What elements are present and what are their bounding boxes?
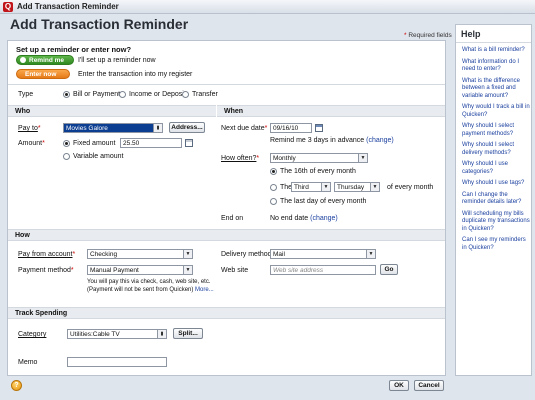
how-often-select[interactable]: Monthly ▼ xyxy=(270,153,368,163)
pay-to-label: Pay to* xyxy=(18,125,41,132)
quicken-app-icon: Q xyxy=(3,1,13,12)
how-section-header: How xyxy=(8,229,445,241)
help-panel: Help What is a bill reminder? What infor… xyxy=(455,24,532,376)
last-day-label: The last day of every month xyxy=(280,198,367,205)
end-on-value: No end date (change) xyxy=(270,215,338,222)
weekday-of-month-radio[interactable] xyxy=(270,184,277,191)
weekday-suffix-label: of every month xyxy=(387,184,434,191)
dialog-heading: Add Transaction Reminder xyxy=(10,16,189,32)
enter-now-button[interactable]: Enter now xyxy=(16,69,70,79)
memo-label: Memo xyxy=(18,359,38,366)
enter-now-desc: Enter the transaction into my register xyxy=(78,71,193,78)
selected-dot-icon xyxy=(20,57,26,63)
fixed-amount-label: Fixed amount xyxy=(73,140,116,147)
dropdown-arrow-icon[interactable]: ▮ xyxy=(157,330,166,338)
category-label: Category xyxy=(18,331,47,338)
day-of-month-label: The 16th of every month xyxy=(280,168,356,175)
website-label: Web site xyxy=(221,267,249,274)
day-of-month-radio[interactable] xyxy=(270,168,277,175)
go-button[interactable]: Go xyxy=(380,264,398,275)
pay-from-label: Pay from account* xyxy=(18,251,76,258)
help-question-icon[interactable]: ? xyxy=(11,380,22,391)
variable-amount-label: Variable amount xyxy=(73,153,124,160)
payment-method-select[interactable]: Manual Payment ▼ xyxy=(87,265,193,275)
remind-advance-text: Remind me 3 days in advance (change) xyxy=(270,137,394,144)
help-link[interactable]: Why should I use categories? xyxy=(462,161,532,176)
end-change-link[interactable]: (change) xyxy=(310,215,338,222)
cancel-button[interactable]: Cancel xyxy=(414,380,444,391)
help-link[interactable]: Can I change the reminder details later? xyxy=(462,192,532,207)
who-section-header: Who xyxy=(8,105,216,117)
variable-amount-radio[interactable] xyxy=(63,153,70,160)
dropdown-arrow-icon[interactable]: ▼ xyxy=(321,183,330,191)
enter-now-label: Enter now xyxy=(25,70,57,78)
help-link[interactable]: Can I see my reminders in Quicken? xyxy=(462,237,532,252)
divider xyxy=(456,42,531,43)
dropdown-arrow-icon[interactable]: ▼ xyxy=(183,266,192,274)
remind-me-desc: I'll set up a reminder now xyxy=(78,57,156,64)
payment-method-label: Payment method* xyxy=(18,267,74,274)
website-input[interactable]: Web site address xyxy=(270,265,376,275)
help-link[interactable]: Why should I use tags? xyxy=(462,180,532,188)
type-transfer-label: Transfer xyxy=(192,91,218,98)
next-due-label: Next due date* xyxy=(221,125,268,132)
help-link[interactable]: Why would I track a bill in Quicken? xyxy=(462,104,532,119)
type-bill-radio[interactable] xyxy=(63,91,70,98)
required-fields-note: * Required fields xyxy=(404,32,452,39)
window-title: Add Transaction Reminder xyxy=(17,2,119,11)
setup-prompt: Set up a reminder or enter now? xyxy=(16,45,132,54)
split-button[interactable]: Split... xyxy=(173,328,203,339)
remind-change-link[interactable]: (change) xyxy=(366,137,394,144)
remind-me-button[interactable]: Remind me xyxy=(16,55,74,65)
window-titlebar: Q Add Transaction Reminder xyxy=(0,0,535,14)
remind-me-label: Remind me xyxy=(29,56,65,64)
last-day-radio[interactable] xyxy=(270,198,277,205)
type-income-radio[interactable] xyxy=(119,91,126,98)
help-link[interactable]: Will scheduling my bills duplicate my tr… xyxy=(462,211,532,234)
calculator-icon[interactable] xyxy=(185,139,193,147)
amount-label: Amount* xyxy=(18,140,45,147)
memo-input[interactable] xyxy=(67,357,167,367)
main-panel: Set up a reminder or enter now? Remind m… xyxy=(7,40,446,376)
dropdown-arrow-icon[interactable]: ▮ xyxy=(153,124,162,132)
dropdown-arrow-icon[interactable]: ▼ xyxy=(183,250,192,258)
category-field[interactable]: Utilities:Cable TV ▮ xyxy=(67,329,167,339)
pay-to-field[interactable]: Movies Galore ▮ xyxy=(63,123,163,133)
dropdown-arrow-icon[interactable]: ▼ xyxy=(358,154,367,162)
pay-from-select[interactable]: Checking ▼ xyxy=(87,249,193,259)
help-link[interactable]: What is the difference between a fixed a… xyxy=(462,78,532,101)
type-income-label: Income or Deposit xyxy=(129,91,186,98)
amount-field[interactable]: 25.50 xyxy=(120,138,182,148)
calendar-icon[interactable] xyxy=(315,124,323,132)
help-title: Help xyxy=(461,29,481,39)
when-section-header: When xyxy=(217,105,445,117)
ordinal-select[interactable]: Third ▼ xyxy=(291,182,331,192)
fixed-amount-radio[interactable] xyxy=(63,140,70,147)
weekday-select[interactable]: Thursday ▼ xyxy=(334,182,380,192)
track-spending-header: Track Spending xyxy=(8,307,445,319)
dropdown-arrow-icon[interactable]: ▼ xyxy=(370,183,379,191)
delivery-method-select[interactable]: Mail ▼ xyxy=(270,249,376,259)
help-link[interactable]: Why should I select delivery methods? xyxy=(462,142,532,157)
address-button[interactable]: Address... xyxy=(169,122,205,133)
how-often-label: How often?* xyxy=(221,155,260,162)
payment-note-line1: You will pay this via check, cash, web s… xyxy=(87,279,211,285)
divider xyxy=(8,84,445,85)
type-bill-label: Bill or Payment xyxy=(73,91,121,98)
help-link[interactable]: What information do I need to enter? xyxy=(462,59,532,74)
end-on-label: End on xyxy=(221,215,244,222)
type-label: Type xyxy=(18,91,34,98)
dropdown-arrow-icon[interactable]: ▼ xyxy=(366,250,375,258)
type-transfer-radio[interactable] xyxy=(182,91,189,98)
help-link[interactable]: What is a bill reminder? xyxy=(462,47,532,55)
next-due-date-field[interactable]: 09/16/10 xyxy=(270,123,312,133)
more-link[interactable]: More... xyxy=(195,287,214,293)
delivery-method-label: Delivery method xyxy=(221,251,272,258)
help-list: What is a bill reminder? What informatio… xyxy=(462,47,532,256)
payment-note-line2: (Payment will not be sent from Quicken) … xyxy=(87,287,214,293)
help-link[interactable]: Why should I select payment methods? xyxy=(462,123,532,138)
ok-button[interactable]: OK xyxy=(389,380,409,391)
